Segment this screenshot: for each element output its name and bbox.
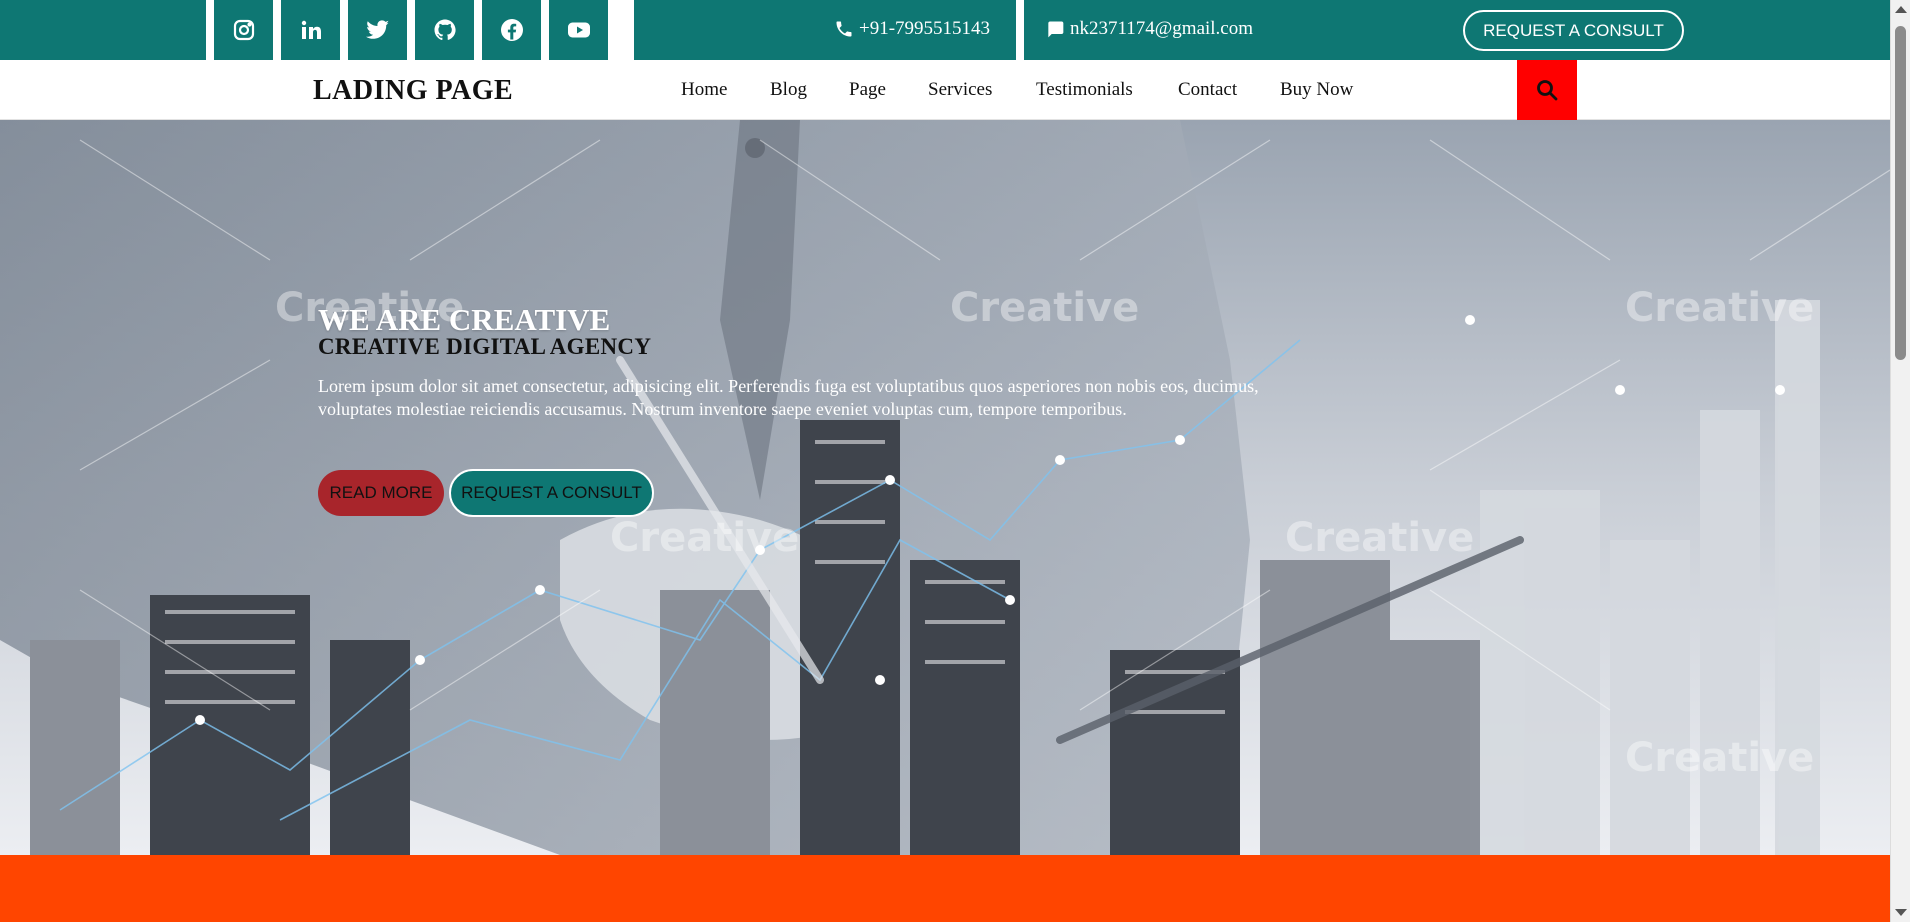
- instagram-icon: [233, 19, 254, 41]
- nav-home[interactable]: Home: [681, 79, 727, 101]
- features-section: [0, 855, 1890, 922]
- page-scrollbar[interactable]: [1890, 0, 1910, 922]
- hero-description: Lorem ipsum dolor sit amet consectetur, …: [318, 376, 1259, 419]
- nav-testimonials[interactable]: Testimonials: [1036, 79, 1133, 101]
- hero-subtitle: CREATIVE DIGITAL AGENCY: [318, 334, 652, 359]
- facebook-link[interactable]: [482, 0, 541, 60]
- hero-background-image: [0, 120, 1890, 855]
- nav-services[interactable]: Services: [928, 79, 992, 101]
- search-icon: [1537, 80, 1558, 101]
- request-consult-hero-button[interactable]: REQUEST A CONSULT: [449, 469, 654, 517]
- phone-number: +91-7995515143: [859, 18, 991, 39]
- nav-blog[interactable]: Blog: [770, 79, 807, 101]
- phone-contact[interactable]: +91-7995515143: [834, 18, 990, 40]
- scroll-up-arrow[interactable]: [1895, 6, 1907, 13]
- site-logo[interactable]: LADING PAGE: [313, 75, 513, 107]
- contact-divider: [1016, 0, 1024, 60]
- email-address: nk2371174@gmail.com: [1070, 18, 1254, 39]
- nav-buy-now[interactable]: Buy Now: [1280, 79, 1353, 101]
- watermark: Creative: [1285, 515, 1475, 561]
- social-links: [206, 0, 634, 60]
- hero-section: Creative Creative Creative Creative Crea…: [0, 120, 1890, 855]
- comment-icon: [1048, 21, 1064, 38]
- top-bar: +91-7995515143 nk2371174@gmail.com REQUE…: [0, 0, 1890, 60]
- youtube-link[interactable]: [549, 0, 608, 60]
- twitter-icon: [365, 20, 389, 39]
- watermark: Creative: [1625, 735, 1815, 781]
- hero-title: WE ARE CREATIVE: [318, 302, 611, 337]
- request-consult-top-button[interactable]: REQUEST A CONSULT: [1463, 10, 1684, 51]
- instagram-link[interactable]: [214, 0, 273, 60]
- youtube-icon: [567, 22, 590, 38]
- watermark: Creative: [610, 515, 800, 561]
- email-contact[interactable]: nk2371174@gmail.com: [1045, 18, 1253, 40]
- nav-page[interactable]: Page: [849, 79, 886, 101]
- linkedin-link[interactable]: [281, 0, 340, 60]
- watermark: Creative: [950, 285, 1140, 331]
- twitter-link[interactable]: [348, 0, 407, 60]
- github-icon: [434, 19, 456, 41]
- facebook-icon: [500, 19, 523, 41]
- nav-contact[interactable]: Contact: [1178, 79, 1237, 101]
- github-link[interactable]: [415, 0, 474, 60]
- phone-icon: [836, 21, 852, 37]
- scroll-thumb[interactable]: [1895, 26, 1906, 360]
- read-more-button[interactable]: READ MORE: [318, 470, 444, 516]
- scroll-down-arrow[interactable]: [1895, 909, 1907, 916]
- main-nav: LADING PAGE Home Blog Page Services Test…: [0, 60, 1890, 120]
- search-button[interactable]: [1517, 60, 1577, 120]
- watermark: Creative: [1625, 285, 1815, 331]
- linkedin-icon: [301, 20, 321, 39]
